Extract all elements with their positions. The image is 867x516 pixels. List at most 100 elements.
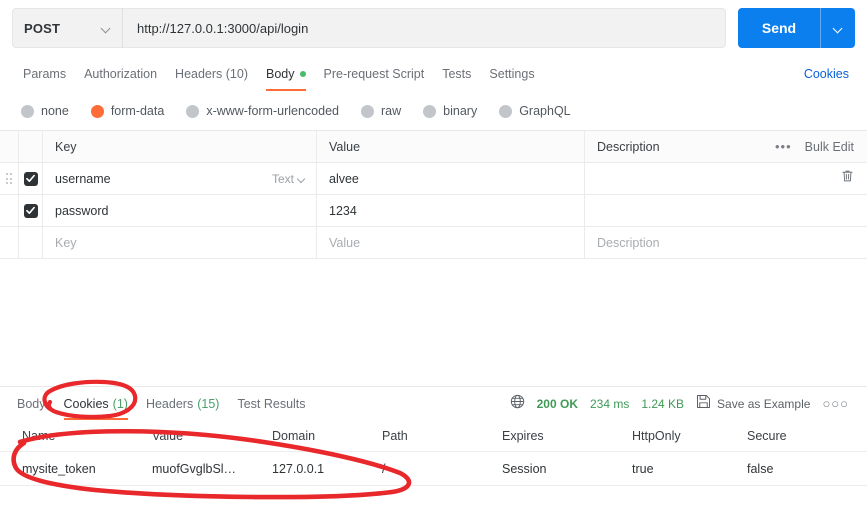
tab-params[interactable]: Params [14,57,75,91]
save-as-example-button[interactable]: Save as Example [696,394,810,414]
response-tab-body[interactable]: Body [8,387,55,420]
url-input[interactable]: http://127.0.0.1:3000/api/login [122,8,726,48]
new-value-input[interactable]: Value [317,227,585,258]
column-header-httponly: HttpOnly [632,428,681,443]
row-key-text: password [55,203,109,218]
row-actions [747,227,867,258]
tab-label: Authorization [84,67,158,81]
header-check-cell [19,131,43,162]
cookie-expires: Session [502,461,547,476]
response-tab-headers[interactable]: Headers (15) [137,387,228,420]
radio-label: none [41,104,69,118]
table-placeholder-row: Key Value Description [0,227,867,259]
save-icon [696,394,711,414]
row-type-select[interactable]: Text [272,172,306,186]
body-modified-dot-icon [299,71,306,77]
response-tab-cookies[interactable]: Cookies (1) [55,387,137,420]
radio-binary[interactable]: binary [412,104,488,118]
delete-row-icon[interactable] [841,169,854,188]
column-header-path: Path [382,428,408,443]
tab-tests[interactable]: Tests [433,57,480,91]
tab-label: Headers (10) [175,67,248,81]
tab-settings[interactable]: Settings [480,57,543,91]
bulk-edit-button[interactable]: Bulk Edit [805,140,854,154]
postman-window: POST http://127.0.0.1:3000/api/login Sen… [0,0,867,516]
table-row: mysite_token muofGvglbSl… 127.0.0.1 / Se… [0,452,867,486]
tab-label: Pre-request Script [323,67,425,81]
header-description-cell: Description [585,131,747,162]
radio-label: binary [443,104,478,118]
row-drag-handle-cell [0,227,19,258]
tab-label: Tests [442,67,472,81]
response-status: 200 OK [536,396,578,411]
http-method-label: POST [24,20,61,36]
column-header-key: Key [55,139,77,154]
radio-none[interactable]: none [14,104,80,118]
header-handle-cell [0,131,19,162]
row-actions [747,195,867,226]
row-key-cell[interactable]: password [43,195,317,226]
radio-label: raw [381,104,402,118]
tab-label: Cookies [63,396,109,411]
radio-icon [361,104,374,118]
row-description-cell[interactable] [585,163,747,194]
send-button-group: Send [738,8,855,48]
radio-x-www-form-urlencoded[interactable]: x-www-form-urlencoded [175,104,350,118]
save-as-example-label: Save as Example [717,396,811,411]
cookie-path: / [382,461,386,476]
header-key-cell: Key [43,131,317,162]
chevron-down-icon [102,24,111,33]
radio-raw[interactable]: raw [350,104,412,118]
request-url-bar: POST http://127.0.0.1:3000/api/login Sen… [0,0,867,56]
more-options-icon[interactable]: ••• [775,140,792,153]
radio-icon [90,104,104,118]
cookies-header-row: Name Value Domain Path Expires HttpOnly … [0,420,867,452]
new-key-input[interactable]: Key [43,227,317,258]
tab-label: Params [23,67,67,81]
row-key-text: username [55,171,111,186]
tab-count: (1) [112,396,128,411]
chevron-down-icon [298,175,306,183]
row-key-cell[interactable]: username Text [43,163,317,194]
radio-form-data[interactable]: form-data [80,104,176,118]
radio-icon [186,104,200,118]
drag-handle-icon[interactable] [5,173,13,184]
tab-pre-request-script[interactable]: Pre-request Script [315,57,434,91]
tab-body[interactable]: Body [257,57,315,91]
row-drag-handle-cell [0,163,19,194]
table-header-actions: ••• Bulk Edit [747,131,867,162]
tab-headers[interactable]: Headers (10) [166,57,257,91]
cookie-name: mysite_token [22,461,96,476]
cookie-domain: 127.0.0.1 [272,461,325,476]
radio-label: form-data [110,104,165,118]
column-header-value: Value [152,428,184,443]
radio-graphql[interactable]: GraphQL [488,104,581,118]
tab-label: Body [266,67,295,81]
row-enabled-checkbox[interactable] [23,171,38,186]
row-enabled-checkbox[interactable] [23,203,38,218]
response-size: 1.24 KB [641,396,685,411]
column-header-description: Description [597,139,660,154]
row-checkbox-cell [19,195,43,226]
row-description-cell[interactable] [585,195,747,226]
tab-authorization[interactable]: Authorization [75,57,166,91]
row-value-cell[interactable]: 1234 [317,195,585,226]
row-value-text: 1234 [329,203,357,218]
http-method-select[interactable]: POST [12,8,122,48]
response-more-options-icon[interactable]: ○○○ [822,397,849,410]
cookies-link[interactable]: Cookies [804,67,853,81]
new-description-input[interactable]: Description [585,227,747,258]
send-options-button[interactable] [821,8,855,48]
globe-icon[interactable] [510,394,525,414]
column-header-name: Name [22,428,56,443]
tab-label: Test Results [237,396,306,411]
column-header-value: Value [329,139,361,154]
new-description-placeholder: Description [597,235,660,250]
response-time: 234 ms [589,396,630,411]
response-tab-test-results[interactable]: Test Results [228,387,314,420]
row-value-cell[interactable]: alvee [317,163,585,194]
response-cookies-table: Name Value Domain Path Expires HttpOnly … [0,420,867,486]
send-button[interactable]: Send [738,8,820,48]
row-checkbox-cell [19,227,43,258]
tab-label: Body [17,396,46,411]
